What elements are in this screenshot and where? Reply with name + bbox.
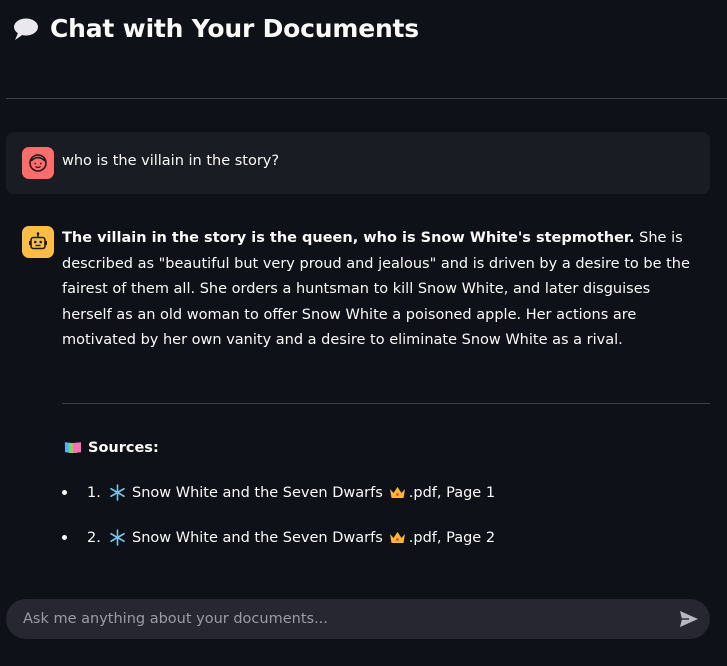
source-number: 1.: [87, 484, 101, 501]
source-number: 2.: [87, 529, 101, 546]
header-divider: [6, 98, 727, 99]
bullet: [62, 490, 67, 495]
books-icon: [64, 439, 82, 457]
source-item-1: 1. Snow White and the Seven Dwarfs .pdf,…: [62, 484, 495, 501]
assistant-avatar: [22, 226, 54, 258]
snowflake-icon: [109, 529, 126, 546]
source-title: Snow White and the Seven Dwarfs: [132, 529, 383, 546]
page-header: Chat with Your Documents: [12, 14, 419, 43]
source-page: .pdf, Page 2: [408, 529, 496, 546]
crown-icon: [389, 530, 406, 545]
send-icon: [680, 611, 698, 627]
chat-page: Chat with Your Documents who is the vill…: [0, 0, 727, 666]
assistant-answer-detail: She is described as "beautiful but very …: [62, 230, 690, 348]
chat-input[interactable]: [6, 599, 663, 639]
sources-heading: Sources:: [64, 439, 159, 457]
sources-label: Sources:: [88, 440, 159, 456]
user-face-icon: [29, 154, 47, 172]
page-title: Chat with Your Documents: [50, 14, 419, 43]
source-item-2: 2. Snow White and the Seven Dwarfs .pdf,…: [62, 529, 495, 546]
crown-icon: [389, 485, 406, 500]
source-page: .pdf, Page 1: [408, 484, 496, 501]
assistant-message-text: The villain in the story is the queen, w…: [62, 226, 702, 354]
send-button[interactable]: [678, 608, 700, 630]
user-message: who is the villain in the story?: [6, 132, 710, 194]
speech-balloon-icon: [12, 15, 40, 43]
user-message-text: who is the villain in the story?: [62, 153, 280, 169]
bullet: [62, 535, 67, 540]
snowflake-icon: [109, 484, 126, 501]
chat-input-container: [6, 599, 710, 639]
robot-icon: [29, 232, 47, 250]
assistant-answer-bold: The villain in the story is the queen, w…: [62, 230, 635, 246]
sources-divider: [62, 403, 710, 404]
user-avatar: [22, 147, 54, 179]
source-title: Snow White and the Seven Dwarfs: [132, 484, 383, 501]
